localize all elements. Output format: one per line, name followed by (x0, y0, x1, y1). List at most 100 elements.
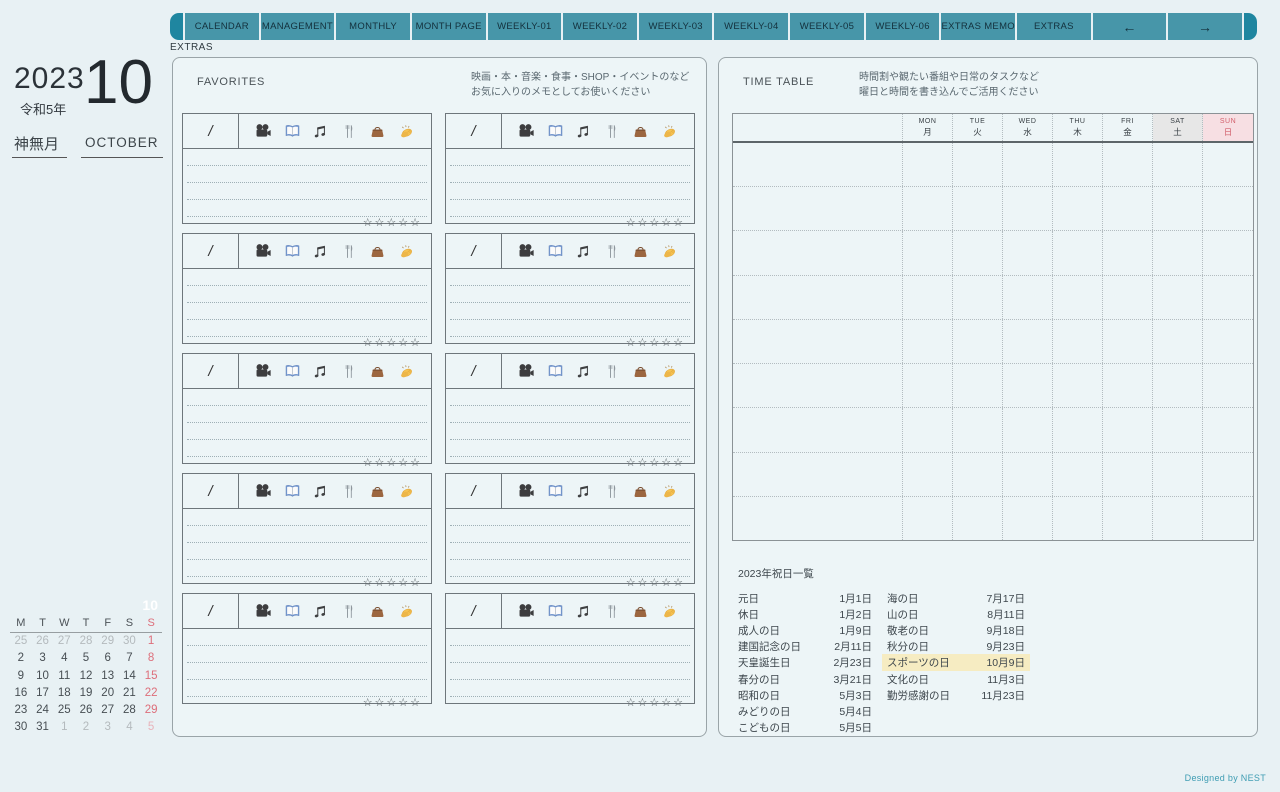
tab-extras[interactable]: EXTRAS (1017, 13, 1091, 40)
calendar-day[interactable]: 31 (32, 719, 54, 736)
calendar-day[interactable]: 1 (53, 719, 75, 736)
memo-line[interactable] (450, 406, 690, 423)
calendar-day[interactable]: 20 (97, 685, 119, 702)
timetable-cell[interactable] (1053, 143, 1103, 187)
calendar-day[interactable]: 30 (10, 719, 32, 736)
calendar-day[interactable]: 4 (119, 719, 141, 736)
memo-line[interactable] (187, 423, 427, 440)
timetable-cell[interactable] (1103, 452, 1153, 496)
memo-line[interactable] (187, 629, 427, 646)
timetable-cell[interactable] (1153, 143, 1203, 187)
memo-lines[interactable] (187, 269, 427, 337)
memo-line[interactable] (187, 149, 427, 166)
next-arrow-tab[interactable]: → (1168, 13, 1242, 40)
timetable-cell[interactable] (953, 408, 1003, 452)
star-rating[interactable]: ☆☆☆☆☆ (183, 577, 431, 590)
timetable-cell[interactable] (1203, 453, 1253, 496)
calendar-day[interactable]: 29 (97, 633, 119, 650)
memo-line[interactable] (187, 303, 427, 320)
calendar-day[interactable]: 22 (140, 685, 162, 702)
memo-lines[interactable] (450, 269, 690, 337)
timetable-cell[interactable] (903, 275, 953, 319)
timetable-cell[interactable] (1053, 187, 1103, 231)
calendar-day[interactable]: 15 (140, 668, 162, 685)
timetable-cell[interactable] (1203, 276, 1253, 319)
star-rating[interactable]: ☆☆☆☆☆ (446, 577, 694, 590)
timetable-cell[interactable] (953, 231, 1003, 275)
timetable-cell[interactable] (953, 452, 1003, 496)
calendar-day[interactable]: 23 (10, 702, 32, 719)
star-rating[interactable]: ☆☆☆☆☆ (183, 337, 431, 350)
date-field[interactable]: / (446, 114, 502, 148)
memo-line[interactable] (187, 543, 427, 560)
memo-line[interactable] (187, 269, 427, 286)
timetable-cell[interactable] (903, 408, 953, 452)
timetable-cell[interactable] (953, 275, 1003, 319)
timetable-cell[interactable] (1053, 275, 1103, 319)
time-label-cell[interactable] (733, 319, 903, 364)
date-field[interactable]: / (183, 474, 239, 508)
memo-line[interactable] (187, 200, 427, 217)
timetable-cell[interactable] (1053, 364, 1103, 408)
memo-line[interactable] (450, 269, 690, 286)
calendar-day[interactable]: 25 (53, 702, 75, 719)
time-label-cell[interactable] (733, 364, 903, 408)
memo-line[interactable] (450, 423, 690, 440)
timetable-cell[interactable] (1153, 319, 1203, 364)
memo-line[interactable] (187, 663, 427, 680)
tab-weekly-02[interactable]: WEEKLY-02 (563, 13, 637, 40)
memo-line[interactable] (450, 303, 690, 320)
timetable-cell[interactable] (1203, 231, 1253, 274)
calendar-day[interactable]: 30 (119, 633, 141, 650)
memo-lines[interactable] (187, 509, 427, 577)
calendar-day[interactable]: 14 (119, 668, 141, 685)
memo-line[interactable] (450, 629, 690, 646)
memo-lines[interactable] (450, 629, 690, 697)
timetable-cell[interactable] (1103, 408, 1153, 452)
timetable-cell[interactable] (903, 452, 953, 496)
date-field[interactable]: / (446, 474, 502, 508)
calendar-day[interactable]: 19 (75, 685, 97, 702)
calendar-day[interactable]: 10 (32, 668, 54, 685)
time-label-cell[interactable] (733, 187, 903, 231)
calendar-day[interactable]: 24 (32, 702, 54, 719)
calendar-day[interactable]: 17 (32, 685, 54, 702)
timetable-cell[interactable] (1153, 364, 1203, 408)
memo-lines[interactable] (450, 149, 690, 217)
date-field[interactable]: / (446, 594, 502, 628)
tab-weekly-03[interactable]: WEEKLY-03 (638, 13, 713, 40)
calendar-day[interactable]: 8 (140, 650, 162, 667)
timetable-cell[interactable] (1103, 187, 1153, 231)
calendar-day[interactable]: 18 (53, 685, 75, 702)
memo-line[interactable] (450, 440, 690, 457)
timetable-cell[interactable] (1053, 408, 1103, 452)
timetable-cell[interactable] (1103, 275, 1153, 319)
star-rating[interactable]: ☆☆☆☆☆ (183, 217, 431, 230)
calendar-day[interactable]: 6 (97, 650, 119, 667)
timetable-cell[interactable] (903, 364, 953, 408)
tab-month-page[interactable]: MONTH PAGE (411, 13, 486, 40)
calendar-day[interactable]: 21 (119, 685, 141, 702)
timetable-cell[interactable] (1003, 452, 1053, 496)
timetable-cell[interactable] (1103, 319, 1153, 364)
calendar-day[interactable]: 26 (32, 633, 54, 650)
timetable-cell[interactable] (1153, 187, 1203, 231)
timetable-cell[interactable] (1003, 231, 1053, 275)
timetable-cell[interactable] (903, 143, 953, 187)
memo-lines[interactable] (187, 389, 427, 457)
time-label-cell[interactable] (733, 452, 903, 496)
timetable-cell[interactable] (1003, 187, 1053, 231)
time-label-cell[interactable] (733, 143, 903, 187)
star-rating[interactable]: ☆☆☆☆☆ (183, 457, 431, 470)
timetable-cell[interactable] (953, 319, 1003, 364)
star-rating[interactable]: ☆☆☆☆☆ (446, 457, 694, 470)
memo-line[interactable] (187, 680, 427, 697)
timetable-cell[interactable] (1203, 497, 1253, 540)
timetable-cell[interactable] (1153, 408, 1203, 452)
memo-lines[interactable] (450, 389, 690, 457)
date-field[interactable]: / (183, 354, 239, 388)
timetable-cell[interactable] (953, 364, 1003, 408)
timetable-cell[interactable] (1203, 143, 1253, 186)
tab-extras-memo[interactable]: EXTRAS MEMO (941, 13, 1016, 40)
memo-line[interactable] (187, 406, 427, 423)
